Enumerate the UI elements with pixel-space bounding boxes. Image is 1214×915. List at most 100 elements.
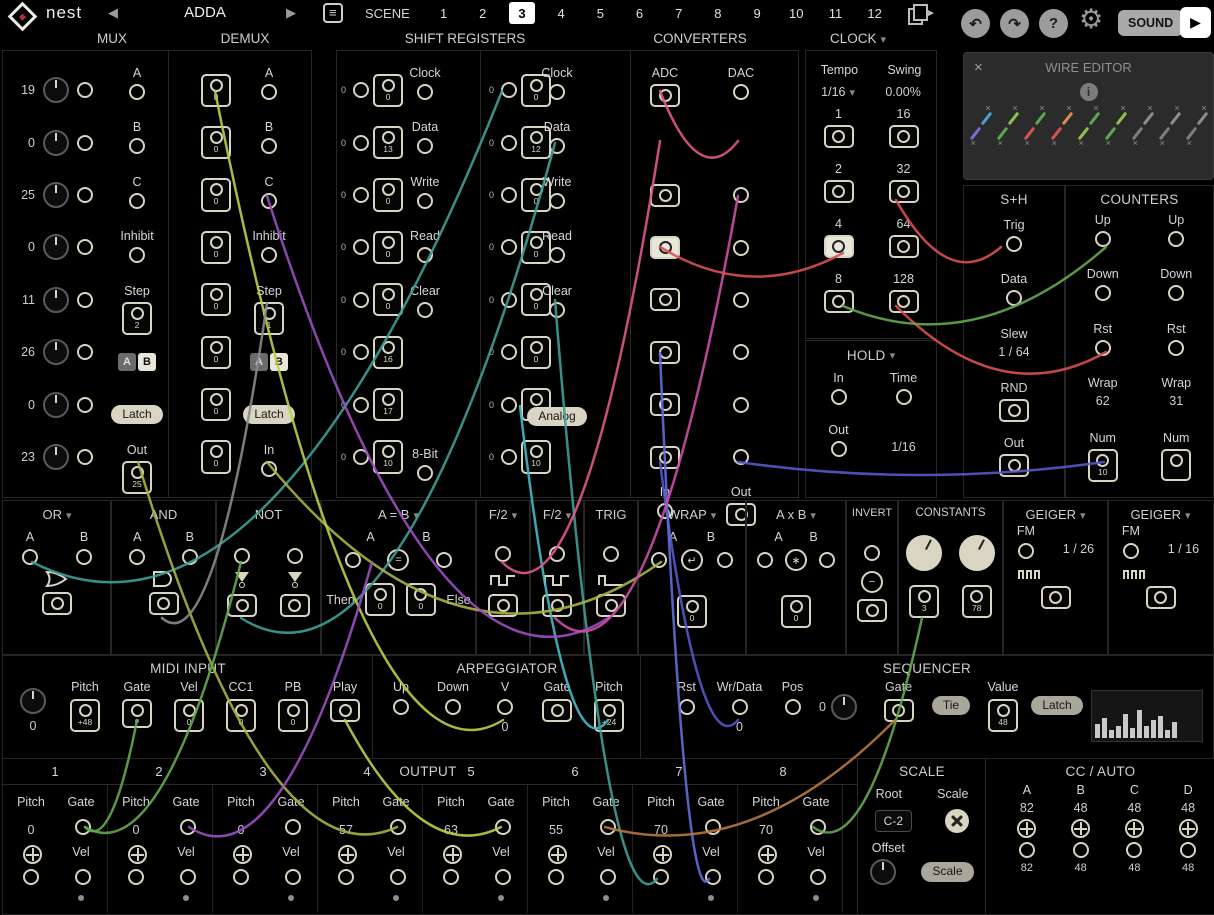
arp-gate-jack[interactable] xyxy=(542,699,572,722)
demux-output-jack[interactable]: 0 xyxy=(201,336,231,369)
sh-rnd-jack[interactable] xyxy=(999,399,1029,422)
output-gate-jack[interactable] xyxy=(75,819,91,835)
wrap-a-jack[interactable] xyxy=(651,552,667,568)
wrap-b-jack[interactable] xyxy=(717,552,733,568)
mux-step-jack[interactable]: 2 xyxy=(122,302,152,335)
clock-division-jack[interactable] xyxy=(889,235,919,258)
adc-bit-jack[interactable] xyxy=(650,288,680,311)
or-out-jack[interactable] xyxy=(42,592,72,615)
mux-input-knob[interactable] xyxy=(43,339,69,365)
output-vel-jack[interactable] xyxy=(705,869,721,885)
sr1-stage-jack[interactable] xyxy=(353,397,369,413)
scale-root-dropdown[interactable]: C-2 xyxy=(875,810,912,832)
demux-b-jack[interactable] xyxy=(261,138,277,154)
scale-offset-knob[interactable] xyxy=(870,859,896,885)
counter-wrap-value[interactable]: 31 xyxy=(1169,394,1183,408)
demux-output-jack[interactable]: 0 xyxy=(201,440,231,473)
sr1-data-jack[interactable] xyxy=(417,138,433,154)
mux-input-knob[interactable] xyxy=(43,444,69,470)
demux-output-jack[interactable]: 0 xyxy=(201,74,231,107)
output-pitch-trim[interactable] xyxy=(758,845,777,864)
demux-latch-button[interactable]: Latch xyxy=(243,405,294,424)
constant1-knob[interactable] xyxy=(906,535,942,571)
demux-output-jack[interactable]: 0 xyxy=(201,231,231,264)
mux-input-knob[interactable] xyxy=(43,77,69,103)
midi-pitch-jack[interactable]: +48 xyxy=(70,699,100,732)
invert-in-jack[interactable] xyxy=(864,545,880,561)
output-vel-jack[interactable] xyxy=(495,869,511,885)
sr2-stage-jack[interactable] xyxy=(501,344,517,360)
adc-bit-jack[interactable] xyxy=(650,184,680,207)
seq-knob[interactable] xyxy=(831,694,857,720)
axb-b-jack[interactable] xyxy=(819,552,835,568)
sr1-clock-jack[interactable] xyxy=(417,84,433,100)
seq-value-jack[interactable]: 48 xyxy=(988,699,1018,732)
redo-button[interactable]: ↷ xyxy=(1000,9,1029,38)
sr1-stage-jack[interactable] xyxy=(353,292,369,308)
adc-bit-jack[interactable] xyxy=(650,446,680,469)
mux-out-jack[interactable]: 25 xyxy=(122,461,152,494)
dropdown-caret-icon[interactable]: ▾ xyxy=(711,510,717,522)
demux-step-jack[interactable]: 1 xyxy=(254,302,284,335)
dropdown-caret-icon[interactable]: ▾ xyxy=(566,510,572,522)
cc-channel-trim[interactable] xyxy=(1071,819,1090,838)
scale-edit-tools-icon[interactable] xyxy=(945,809,969,833)
sr1-stage-jack[interactable] xyxy=(353,344,369,360)
scene-button[interactable]: 10 xyxy=(783,2,809,24)
counter-rst-jack[interactable] xyxy=(1168,340,1184,356)
midi-vel-jack[interactable]: 0 xyxy=(174,699,204,732)
mux-input-jack[interactable] xyxy=(77,82,93,98)
aeqb-then-jack[interactable]: 0 xyxy=(365,583,395,616)
demux-inhibit-jack[interactable] xyxy=(261,247,277,263)
mux-input-knob[interactable] xyxy=(43,182,69,208)
sr1-stage-jack[interactable] xyxy=(353,135,369,151)
sh-trig-jack[interactable] xyxy=(1006,236,1022,252)
not2-in-jack[interactable] xyxy=(287,548,303,564)
mux-input-knob[interactable] xyxy=(43,130,69,156)
sr2-stage-jack[interactable] xyxy=(501,397,517,413)
sr1-read-jack[interactable] xyxy=(417,247,433,263)
wire-editor-wire[interactable]: × × xyxy=(1078,105,1100,147)
counter-num-jack[interactable]: 10 xyxy=(1088,449,1118,482)
mux-input-jack[interactable] xyxy=(77,292,93,308)
arp-pitch-jack[interactable]: +24 xyxy=(594,699,624,732)
output-pitch-jack[interactable] xyxy=(548,869,564,885)
output-pitch-jack[interactable] xyxy=(338,869,354,885)
hold-time-jack[interactable] xyxy=(896,389,912,405)
scene-button[interactable]: 1 xyxy=(431,2,457,24)
output-pitch-trim[interactable] xyxy=(338,845,357,864)
output-gate-jack[interactable] xyxy=(495,819,511,835)
counter-down-jack[interactable] xyxy=(1168,285,1184,301)
dropdown-caret-icon[interactable]: ▾ xyxy=(890,349,896,362)
dac-bit-jack[interactable] xyxy=(733,187,749,203)
next-patch-button[interactable]: ▶ xyxy=(286,5,296,21)
sr2-stage-jack[interactable] xyxy=(501,187,517,203)
scene-button[interactable]: 8 xyxy=(705,2,731,24)
seq-pos-jack[interactable] xyxy=(785,699,801,715)
midi-cc1-jack[interactable]: 0 xyxy=(226,699,256,732)
wire-editor-wire[interactable]: × × xyxy=(1051,105,1073,147)
scene-button[interactable]: 11 xyxy=(822,2,848,24)
mux-input-knob[interactable] xyxy=(43,234,69,260)
output-vel-jack[interactable] xyxy=(285,869,301,885)
seq-gate-jack[interactable] xyxy=(884,699,914,722)
counter-num-jack[interactable] xyxy=(1161,449,1191,481)
mux-input-jack[interactable] xyxy=(77,187,93,203)
sh-out-jack[interactable] xyxy=(999,454,1029,477)
mux-input-jack[interactable] xyxy=(77,344,93,360)
or-b-jack[interactable] xyxy=(76,549,92,565)
patch-name[interactable]: ADDA xyxy=(160,4,250,21)
scene-button[interactable]: 9 xyxy=(744,2,770,24)
output-pitch-jack[interactable] xyxy=(443,869,459,885)
prev-patch-button[interactable]: ◀ xyxy=(108,5,118,21)
clock-division-jack[interactable] xyxy=(824,180,854,203)
output-pitch-trim[interactable] xyxy=(128,845,147,864)
wire-editor-wire[interactable]: × × xyxy=(997,105,1019,147)
sh-data-jack[interactable] xyxy=(1006,290,1022,306)
mux-latch-button[interactable]: Latch xyxy=(111,405,162,424)
adc-bit-jack[interactable] xyxy=(650,341,680,364)
clock-division-jack[interactable] xyxy=(824,235,854,258)
scale-button[interactable]: Scale xyxy=(921,862,973,881)
sequencer-step-display[interactable] xyxy=(1091,690,1203,742)
midi-gate-jack[interactable] xyxy=(122,699,152,728)
